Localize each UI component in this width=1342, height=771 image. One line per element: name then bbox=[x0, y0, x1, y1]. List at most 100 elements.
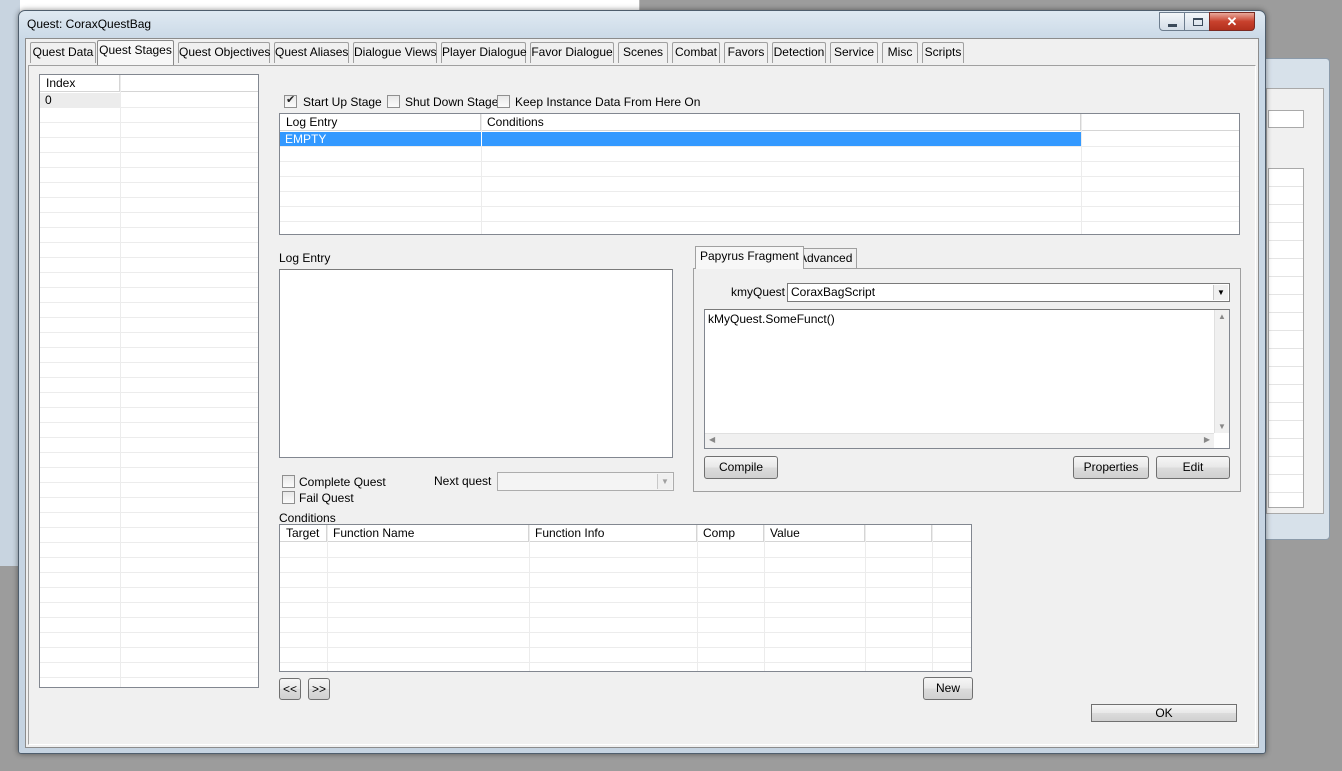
conditions-label: Conditions bbox=[279, 511, 336, 525]
index-row[interactable]: 0 bbox=[45, 93, 52, 107]
chevron-down-icon: ▼ bbox=[657, 474, 672, 489]
index-row-highlight bbox=[40, 93, 120, 107]
index-column-header[interactable]: Index bbox=[40, 75, 120, 92]
tab-label: Favor Dialogue bbox=[531, 45, 613, 59]
start-up-stage-label: Start Up Stage bbox=[303, 95, 382, 109]
scroll-down-icon: ▼ bbox=[1218, 422, 1226, 431]
tab-quest-stages[interactable]: Quest Stages bbox=[97, 40, 174, 65]
shut-down-stage-label: Shut Down Stage bbox=[405, 95, 499, 109]
tab-label: Advanced bbox=[799, 251, 853, 265]
tab-papyrus-fragment[interactable]: Papyrus Fragment bbox=[695, 246, 804, 269]
conditions-column-divider bbox=[932, 525, 933, 671]
tab-quest-data[interactable]: Quest Data bbox=[30, 42, 96, 63]
complete-quest-label: Complete Quest bbox=[299, 475, 386, 489]
function-name-column-header[interactable]: Function Name bbox=[327, 525, 529, 542]
tab-label: Quest Data bbox=[32, 45, 94, 59]
tab-misc[interactable]: Misc bbox=[882, 42, 918, 63]
tab-label: Dialogue Views bbox=[354, 45, 437, 59]
caption-buttons: ✕ bbox=[1159, 12, 1255, 31]
next-quest-dropdown[interactable]: ▼ bbox=[497, 472, 674, 491]
tab-label: Misc bbox=[887, 45, 913, 59]
tab-scenes[interactable]: Scenes bbox=[618, 42, 668, 63]
function-info-column-header[interactable]: Function Info bbox=[529, 525, 697, 542]
tab-favors[interactable]: Favors bbox=[724, 42, 768, 63]
scroll-up-icon: ▲ bbox=[1218, 312, 1226, 321]
conditions-column-header[interactable]: Conditions bbox=[481, 114, 1081, 131]
log-entry-column-header[interactable]: Log Entry bbox=[280, 114, 481, 131]
kmyquest-dropdown[interactable]: CoraxBagScript ▼ bbox=[787, 283, 1230, 302]
papyrus-code-editor[interactable]: kMyQuest.SomeFunct() ▲ ▼ ◀ ▶ bbox=[704, 309, 1230, 449]
kmyquest-value: CoraxBagScript bbox=[791, 285, 876, 299]
properties-button[interactable]: Properties bbox=[1073, 456, 1149, 479]
shut-down-stage-checkbox[interactable] bbox=[387, 95, 400, 108]
background-window-right-list bbox=[1268, 168, 1304, 508]
comp-column-header[interactable]: Comp bbox=[697, 525, 764, 542]
index-column-header-blank bbox=[120, 75, 258, 92]
stage-index-list[interactable]: Index 0 bbox=[39, 74, 259, 688]
log-table-row[interactable]: EMPTY bbox=[280, 132, 1081, 146]
window-client: Quest Data Quest Stages Quest Objectives… bbox=[25, 38, 1259, 748]
tab-label: Player Dialogue bbox=[442, 45, 527, 59]
conditions-rows bbox=[280, 543, 971, 671]
log-entry-table[interactable]: Log Entry Conditions EMPTY bbox=[279, 113, 1240, 235]
horizontal-scrollbar[interactable]: ◀ ▶ bbox=[705, 433, 1214, 448]
tab-label: Combat bbox=[674, 45, 718, 59]
fail-quest-label: Fail Quest bbox=[299, 491, 354, 505]
new-condition-button[interactable]: New bbox=[923, 677, 973, 700]
log-entry-label: Log Entry bbox=[279, 251, 331, 265]
conditions-column-divider bbox=[529, 525, 530, 671]
tab-dialogue-views[interactable]: Dialogue Views bbox=[353, 42, 437, 63]
tab-quest-objectives[interactable]: Quest Objectives bbox=[178, 42, 270, 63]
tab-favor-dialogue[interactable]: Favor Dialogue bbox=[530, 42, 614, 63]
tab-label: Service bbox=[833, 45, 874, 59]
target-column-header[interactable]: Target bbox=[280, 525, 327, 542]
tab-label: Scenes bbox=[622, 45, 664, 59]
conditions-column-divider bbox=[697, 525, 698, 671]
conditions-column-divider bbox=[865, 525, 866, 671]
ok-button[interactable]: OK bbox=[1091, 704, 1237, 722]
quest-stages-panel: Index 0 Start Up Stage Shut Down Stage K… bbox=[28, 65, 1256, 745]
tab-label: Scripts bbox=[924, 45, 962, 59]
log-table-rows bbox=[280, 132, 1239, 234]
log-column-divider bbox=[1081, 114, 1082, 234]
next-page-button[interactable]: >> bbox=[308, 678, 330, 700]
window-title: Quest: CoraxQuestBag bbox=[27, 17, 152, 31]
close-icon: ✕ bbox=[1226, 14, 1238, 29]
chevron-down-icon: ▼ bbox=[1213, 285, 1228, 300]
keep-instance-data-checkbox[interactable] bbox=[497, 95, 510, 108]
log-entry-textarea[interactable] bbox=[279, 269, 673, 458]
scroll-right-icon: ▶ bbox=[1203, 435, 1210, 444]
tab-scripts[interactable]: Scripts bbox=[922, 42, 964, 63]
selected-row-divider bbox=[481, 132, 482, 146]
tab-label: Detection bbox=[773, 45, 825, 59]
start-up-stage-checkbox[interactable] bbox=[284, 93, 297, 108]
previous-page-button[interactable]: << bbox=[279, 678, 301, 700]
minimize-button[interactable] bbox=[1159, 12, 1185, 31]
background-window-right-field bbox=[1268, 110, 1304, 128]
fail-quest-checkbox[interactable] bbox=[282, 491, 295, 504]
compile-button[interactable]: Compile bbox=[704, 456, 778, 479]
conditions-column-divider bbox=[327, 525, 328, 671]
background-window-left-edge bbox=[0, 0, 20, 566]
next-quest-label: Next quest bbox=[434, 474, 492, 488]
keep-instance-data-label: Keep Instance Data From Here On bbox=[515, 95, 701, 109]
complete-quest-checkbox[interactable] bbox=[282, 475, 295, 488]
vertical-scrollbar[interactable]: ▲ ▼ bbox=[1214, 310, 1229, 433]
tab-combat[interactable]: Combat bbox=[672, 42, 720, 63]
fragment-panel: kmyQuest CoraxBagScript ▼ kMyQuest.SomeF… bbox=[693, 268, 1241, 492]
close-button[interactable]: ✕ bbox=[1209, 12, 1255, 31]
tab-service[interactable]: Service bbox=[830, 42, 878, 63]
edit-button[interactable]: Edit bbox=[1156, 456, 1230, 479]
value-column-header[interactable]: Value bbox=[764, 525, 865, 542]
conditions-column-divider bbox=[764, 525, 765, 671]
tab-player-dialogue[interactable]: Player Dialogue bbox=[441, 42, 527, 63]
tab-label: Quest Aliases bbox=[275, 45, 349, 59]
scroll-left-icon: ◀ bbox=[709, 435, 716, 444]
conditions-table[interactable]: Target Function Name Function Info Comp … bbox=[279, 524, 972, 672]
tab-detection[interactable]: Detection bbox=[772, 42, 826, 63]
tab-quest-aliases[interactable]: Quest Aliases bbox=[274, 42, 349, 63]
maximize-button[interactable] bbox=[1184, 12, 1210, 31]
blank-column-header[interactable] bbox=[865, 525, 932, 542]
blank-column-header[interactable] bbox=[932, 525, 971, 542]
blank-column-header bbox=[1081, 114, 1239, 131]
